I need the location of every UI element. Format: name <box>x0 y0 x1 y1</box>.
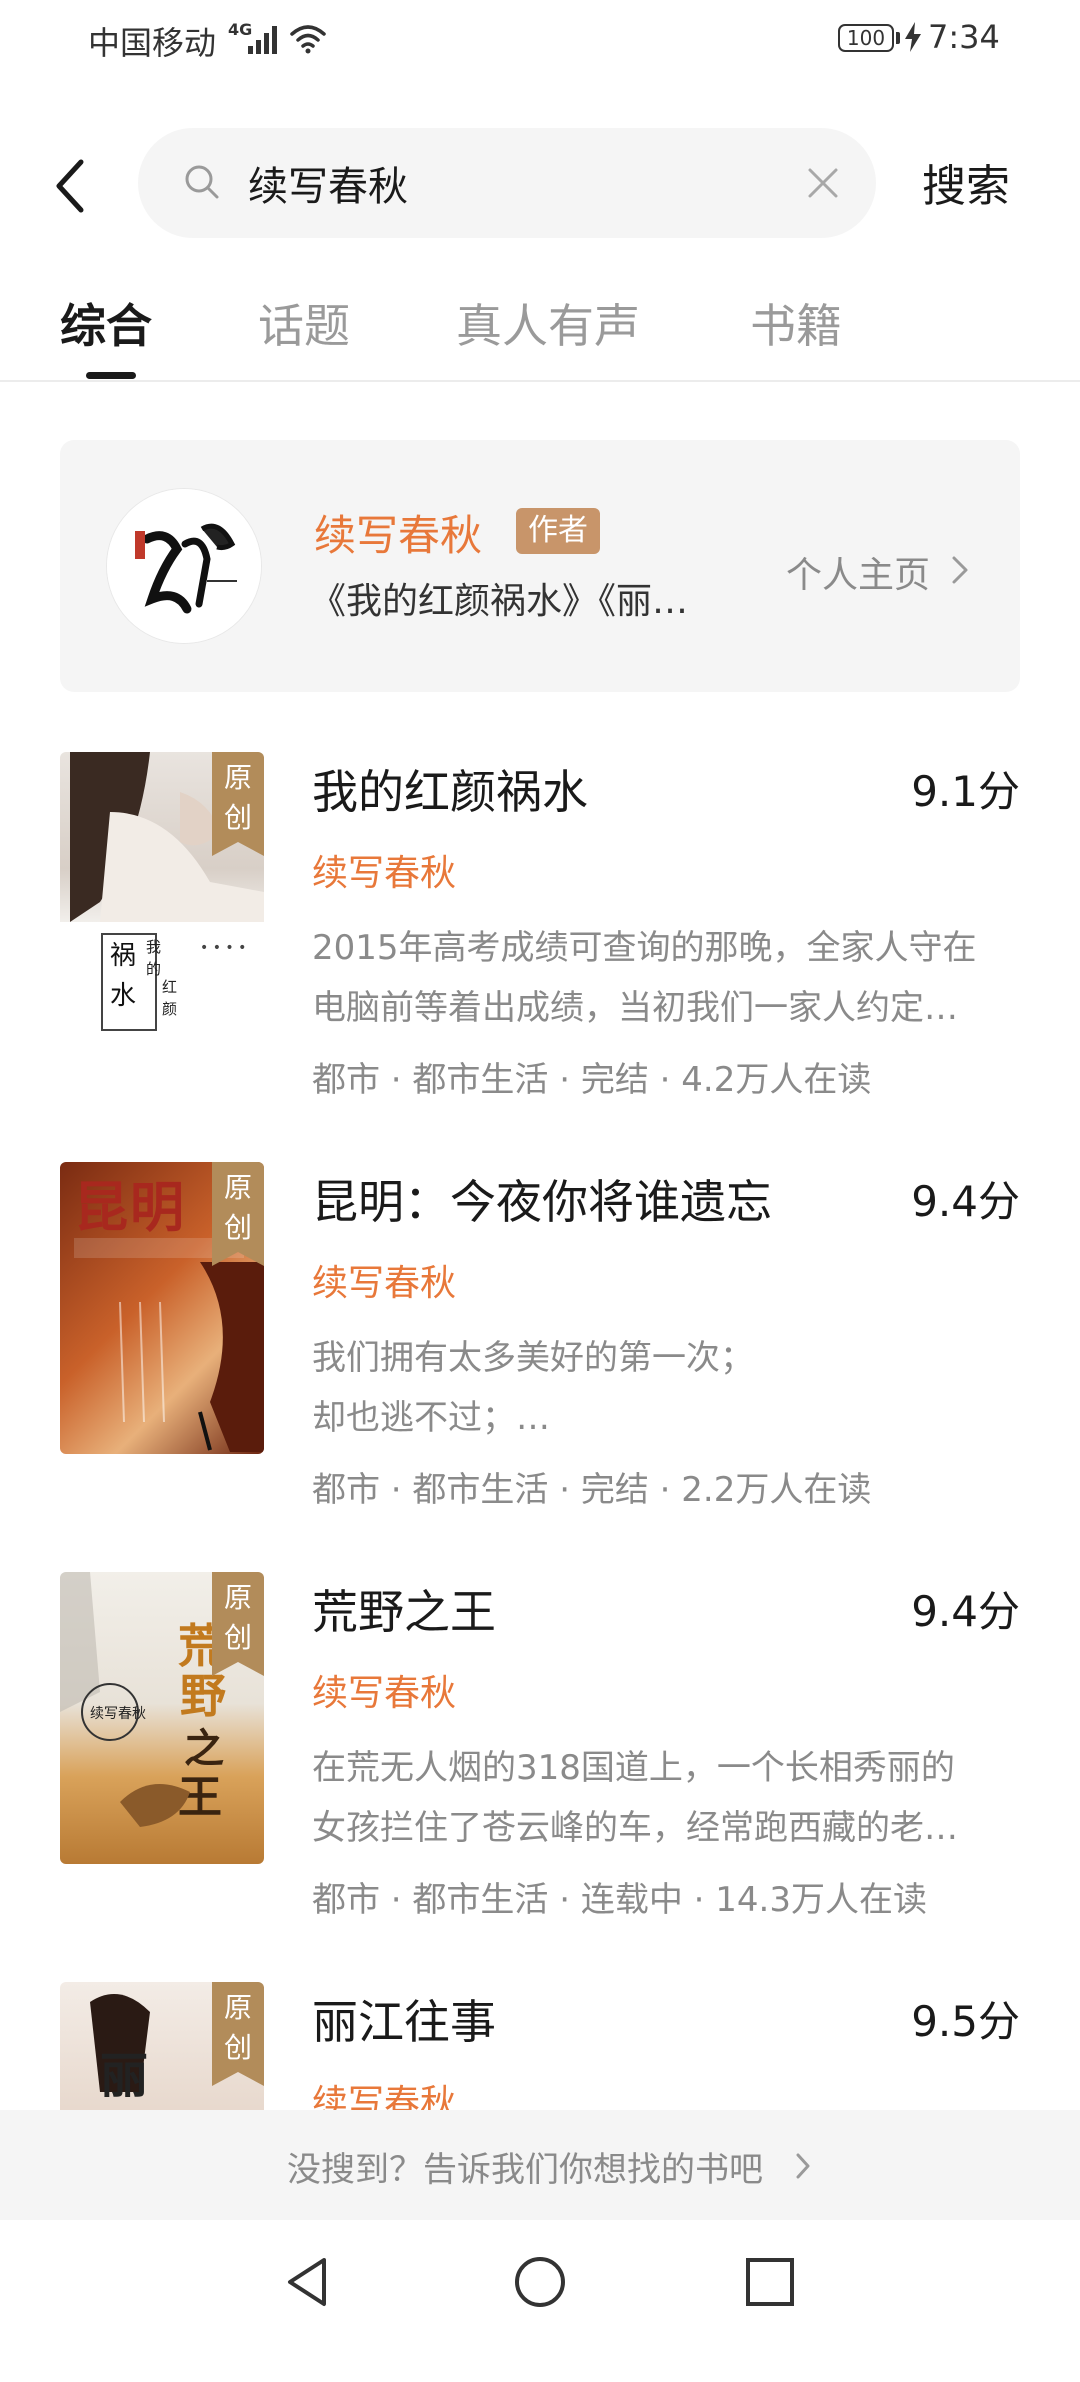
book-meta: 都市 · 都市生活 · 连载中 · 14.3万人在读 <box>312 1880 927 1920</box>
battery-icon: 100 <box>838 24 894 52</box>
book-cover[interactable]: 昆 明 原创 <box>60 1162 264 1454</box>
book-title[interactable]: 昆明：今夜你将谁遗忘 <box>312 1166 772 1232</box>
book-title[interactable]: 丽江往事 <box>312 1986 496 2052</box>
author-name: 续写春秋 <box>314 511 483 560</box>
book-score: 9.5分 <box>911 1997 1020 2046</box>
tab-topics[interactable]: 话题 <box>258 290 350 356</box>
svg-text:红: 红 <box>162 978 177 996</box>
charging-icon <box>905 22 921 52</box>
book-description: 我们拥有太多美好的第一次； 却也逃不过；… <box>312 1338 754 1438</box>
author-works: 《我的红颜祸水》《丽… <box>310 581 689 622</box>
book-description: 2015年高考成绩可查询的那晚，全家人守在 电脑前等着出成绩，当初我们一家人约定… <box>312 928 977 1028</box>
svg-text:水: 水 <box>110 981 136 1011</box>
tab-audio[interactable]: 真人有声 <box>456 290 640 356</box>
nav-home-icon[interactable] <box>512 2254 568 2310</box>
original-badge: 原创 <box>212 752 264 856</box>
active-tab-indicator <box>86 372 136 379</box>
book-meta: 都市 · 都市生活 · 完结 · 2.2万人在读 <box>312 1470 872 1510</box>
original-badge: 原创 <box>212 1162 264 1266</box>
book-author[interactable]: 续写春秋 <box>312 1664 456 1716</box>
book-cover[interactable]: 续写春秋 荒 野 之 王 原创 <box>60 1572 264 1864</box>
original-badge: 原创 <box>212 1572 264 1676</box>
signal-icon <box>248 22 278 54</box>
book-author[interactable]: 续写春秋 <box>312 844 456 896</box>
search-input[interactable] <box>248 152 808 214</box>
author-card[interactable]: 续写春秋 作者 《我的红颜祸水》《丽… 个人主页 <box>60 440 1020 692</box>
chevron-right-icon <box>796 2153 810 2179</box>
status-bar: 中国移动 4G 100 7:34 <box>0 0 1080 84</box>
tab-comprehensive[interactable]: 综合 <box>60 290 152 356</box>
svg-text:明: 明 <box>130 1175 184 1239</box>
book-meta: 都市 · 都市生活 · 完结 · 4.2万人在读 <box>312 1060 872 1100</box>
svg-text:祸: 祸 <box>110 941 136 971</box>
svg-text:续写春秋: 续写春秋 <box>90 1705 146 1722</box>
book-item[interactable]: 祸 水 我 的 红 颜 • • • • 原创 我的红颜祸水 9.1分 续写春秋 … <box>0 752 1080 1152</box>
book-description: 在荒无人烟的318国道上，一个长相秀丽的 女孩拦住了苍云峰的车，经常跑西藏的老… <box>312 1748 958 1848</box>
book-score: 9.4分 <box>911 1587 1020 1636</box>
author-home-link[interactable]: 个人主页 <box>786 546 930 598</box>
clock: 7:34 <box>928 18 1000 56</box>
tab-bar: 综合 话题 真人有声 书籍 <box>0 280 1080 380</box>
wifi-icon <box>290 25 326 54</box>
svg-text:颜: 颜 <box>162 1000 177 1018</box>
nav-recent-icon[interactable] <box>742 2254 798 2310</box>
book-cover[interactable]: 祸 水 我 的 红 颜 • • • • 原创 <box>60 752 264 1044</box>
battery-tip <box>896 32 900 44</box>
svg-text:之: 之 <box>184 1725 224 1772</box>
nav-back-icon[interactable] <box>280 2254 336 2310</box>
search-box[interactable] <box>138 128 876 238</box>
book-author[interactable]: 续写春秋 <box>312 1254 456 1306</box>
book-item[interactable]: 续写春秋 荒 野 之 王 原创 荒野之王 9.4分 续写春秋 在荒无人烟的318… <box>0 1572 1080 1972</box>
book-title[interactable]: 荒野之王 <box>312 1576 496 1642</box>
tab-books[interactable]: 书籍 <box>750 290 842 356</box>
book-title[interactable]: 我的红颜祸水 <box>312 756 588 822</box>
svg-text:的: 的 <box>146 960 161 978</box>
search-button[interactable]: 搜索 <box>922 150 1010 214</box>
book-score: 9.1分 <box>911 767 1020 816</box>
search-icon <box>185 165 219 199</box>
author-tag-badge: 作者 <box>516 508 600 554</box>
svg-text:昆: 昆 <box>74 1175 128 1239</box>
carrier-label: 中国移动 <box>88 24 217 62</box>
feedback-hint-text[interactable]: 没搜到？告诉我们你想找的书吧 <box>0 2142 1050 2191</box>
back-arrow-icon <box>56 159 84 213</box>
book-item[interactable]: 昆 明 原创 昆明：今夜你将谁遗忘 9.4分 续写春秋 我们拥有太多美好的第一次… <box>0 1162 1080 1562</box>
clear-icon[interactable] <box>804 164 842 202</box>
svg-text:• • • •: • • • • <box>200 940 246 956</box>
original-badge: 原创 <box>212 1982 264 2086</box>
system-nav-bar <box>0 2220 1080 2340</box>
svg-text:我: 我 <box>146 938 161 956</box>
feedback-hint-bar[interactable]: 没搜到？告诉我们你想找的书吧 <box>0 2110 1080 2220</box>
book-score: 9.4分 <box>911 1177 1020 1226</box>
svg-text:丽: 丽 <box>100 2048 148 2104</box>
back-button[interactable] <box>40 146 100 226</box>
svg-text:野: 野 <box>180 1669 226 1723</box>
divider <box>0 380 1080 382</box>
author-avatar[interactable] <box>106 488 262 644</box>
chevron-right-icon <box>952 556 968 584</box>
